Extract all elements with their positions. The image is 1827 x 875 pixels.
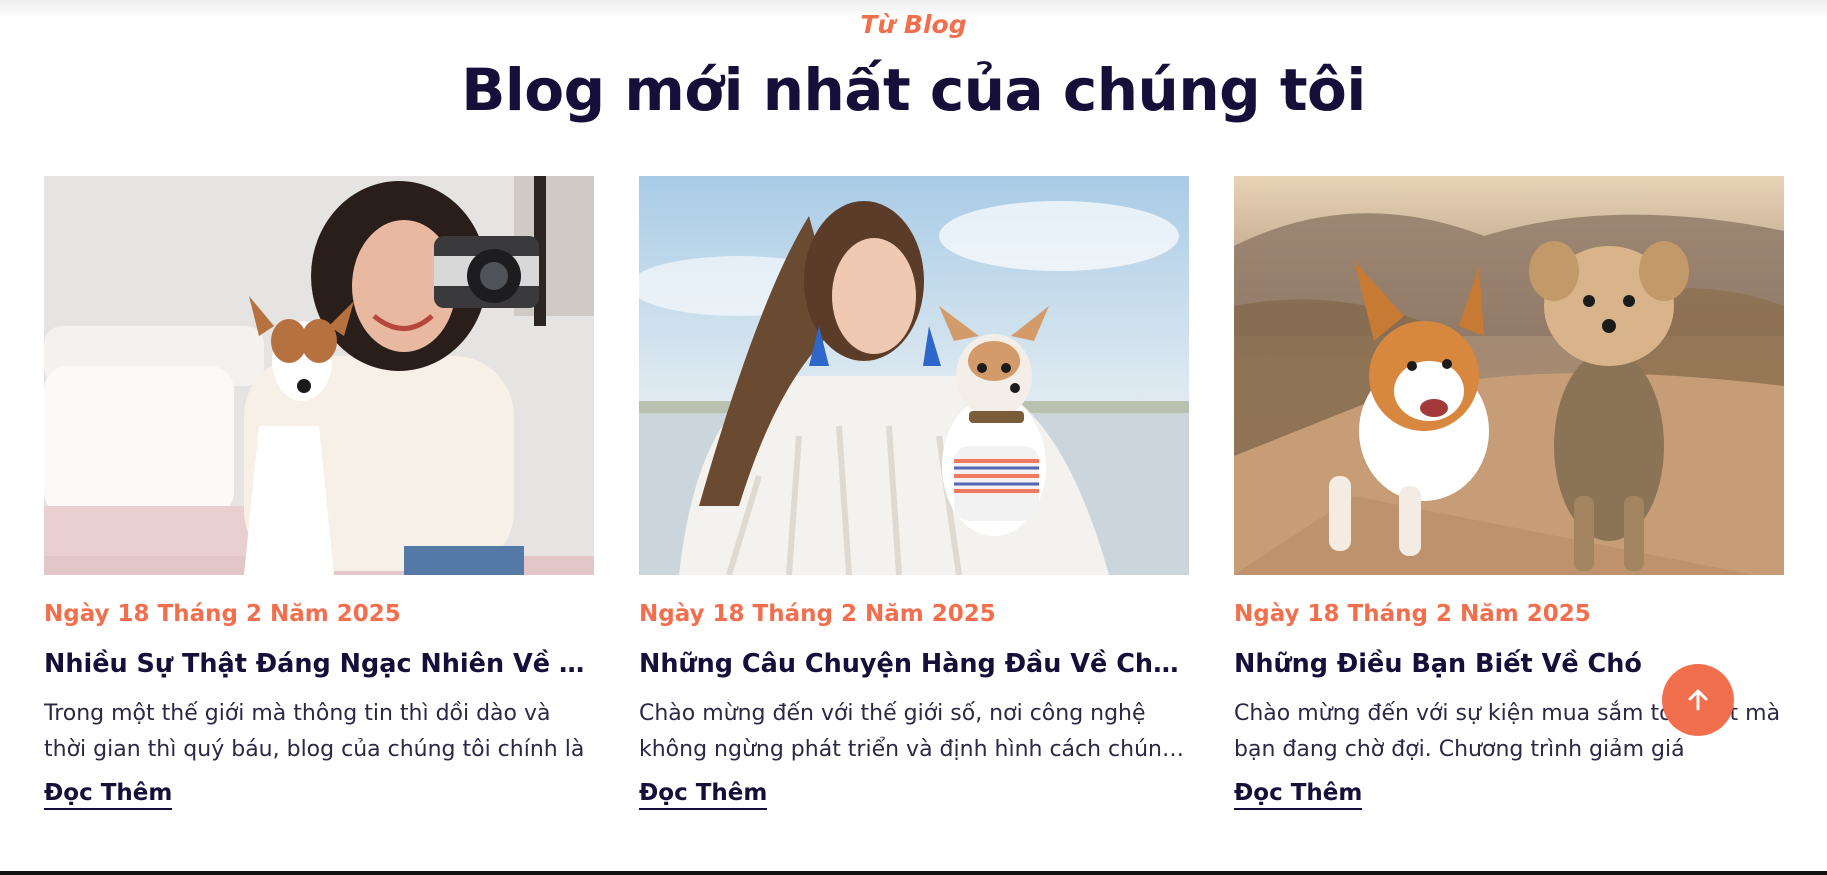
post-thumbnail[interactable]	[639, 176, 1189, 575]
read-more-link[interactable]: Đọc Thêm	[1234, 778, 1363, 810]
woman-with-camera-and-dog-photo	[44, 176, 594, 575]
blog-card: Ngày 18 Tháng 2 Năm 2025 Những Câu Chuyệ…	[639, 176, 1189, 810]
blog-card: Ngày 18 Tháng 2 Năm 2025 Nhiều Sự Thật Đ…	[44, 176, 594, 810]
section-eyebrow: Từ Blog	[860, 10, 967, 39]
scroll-to-top-button[interactable]	[1662, 664, 1734, 736]
post-date: Ngày 18 Tháng 2 Năm 2025	[44, 601, 401, 627]
post-title[interactable]: Những Câu Chuyện Hàng Đầu Về Chú Chó	[639, 649, 1189, 683]
post-excerpt: Chào mừng đến với thế giới số, nơi công …	[639, 701, 1176, 762]
section-heading: Blog mới nhất của chúng tôi	[461, 56, 1366, 124]
corgi-and-terrier-running-photo	[1234, 176, 1784, 575]
post-date: Ngày 18 Tháng 2 Năm 2025	[639, 601, 996, 627]
section-divider	[0, 871, 1827, 875]
post-thumbnail[interactable]	[44, 176, 594, 575]
post-thumbnail[interactable]	[1234, 176, 1784, 575]
woman-holding-chihuahua-photo	[639, 176, 1189, 575]
post-title[interactable]: Nhiều Sự Thật Đáng Ngạc Nhiên Về Chó	[44, 649, 594, 683]
read-more-link[interactable]: Đọc Thêm	[639, 778, 768, 810]
read-more-link[interactable]: Đọc Thêm	[44, 778, 173, 810]
post-date: Ngày 18 Tháng 2 Năm 2025	[1234, 601, 1591, 627]
post-excerpt: Trong một thế giới mà thông tin thì dồi …	[44, 701, 585, 762]
arrow-up-icon	[1688, 689, 1708, 711]
